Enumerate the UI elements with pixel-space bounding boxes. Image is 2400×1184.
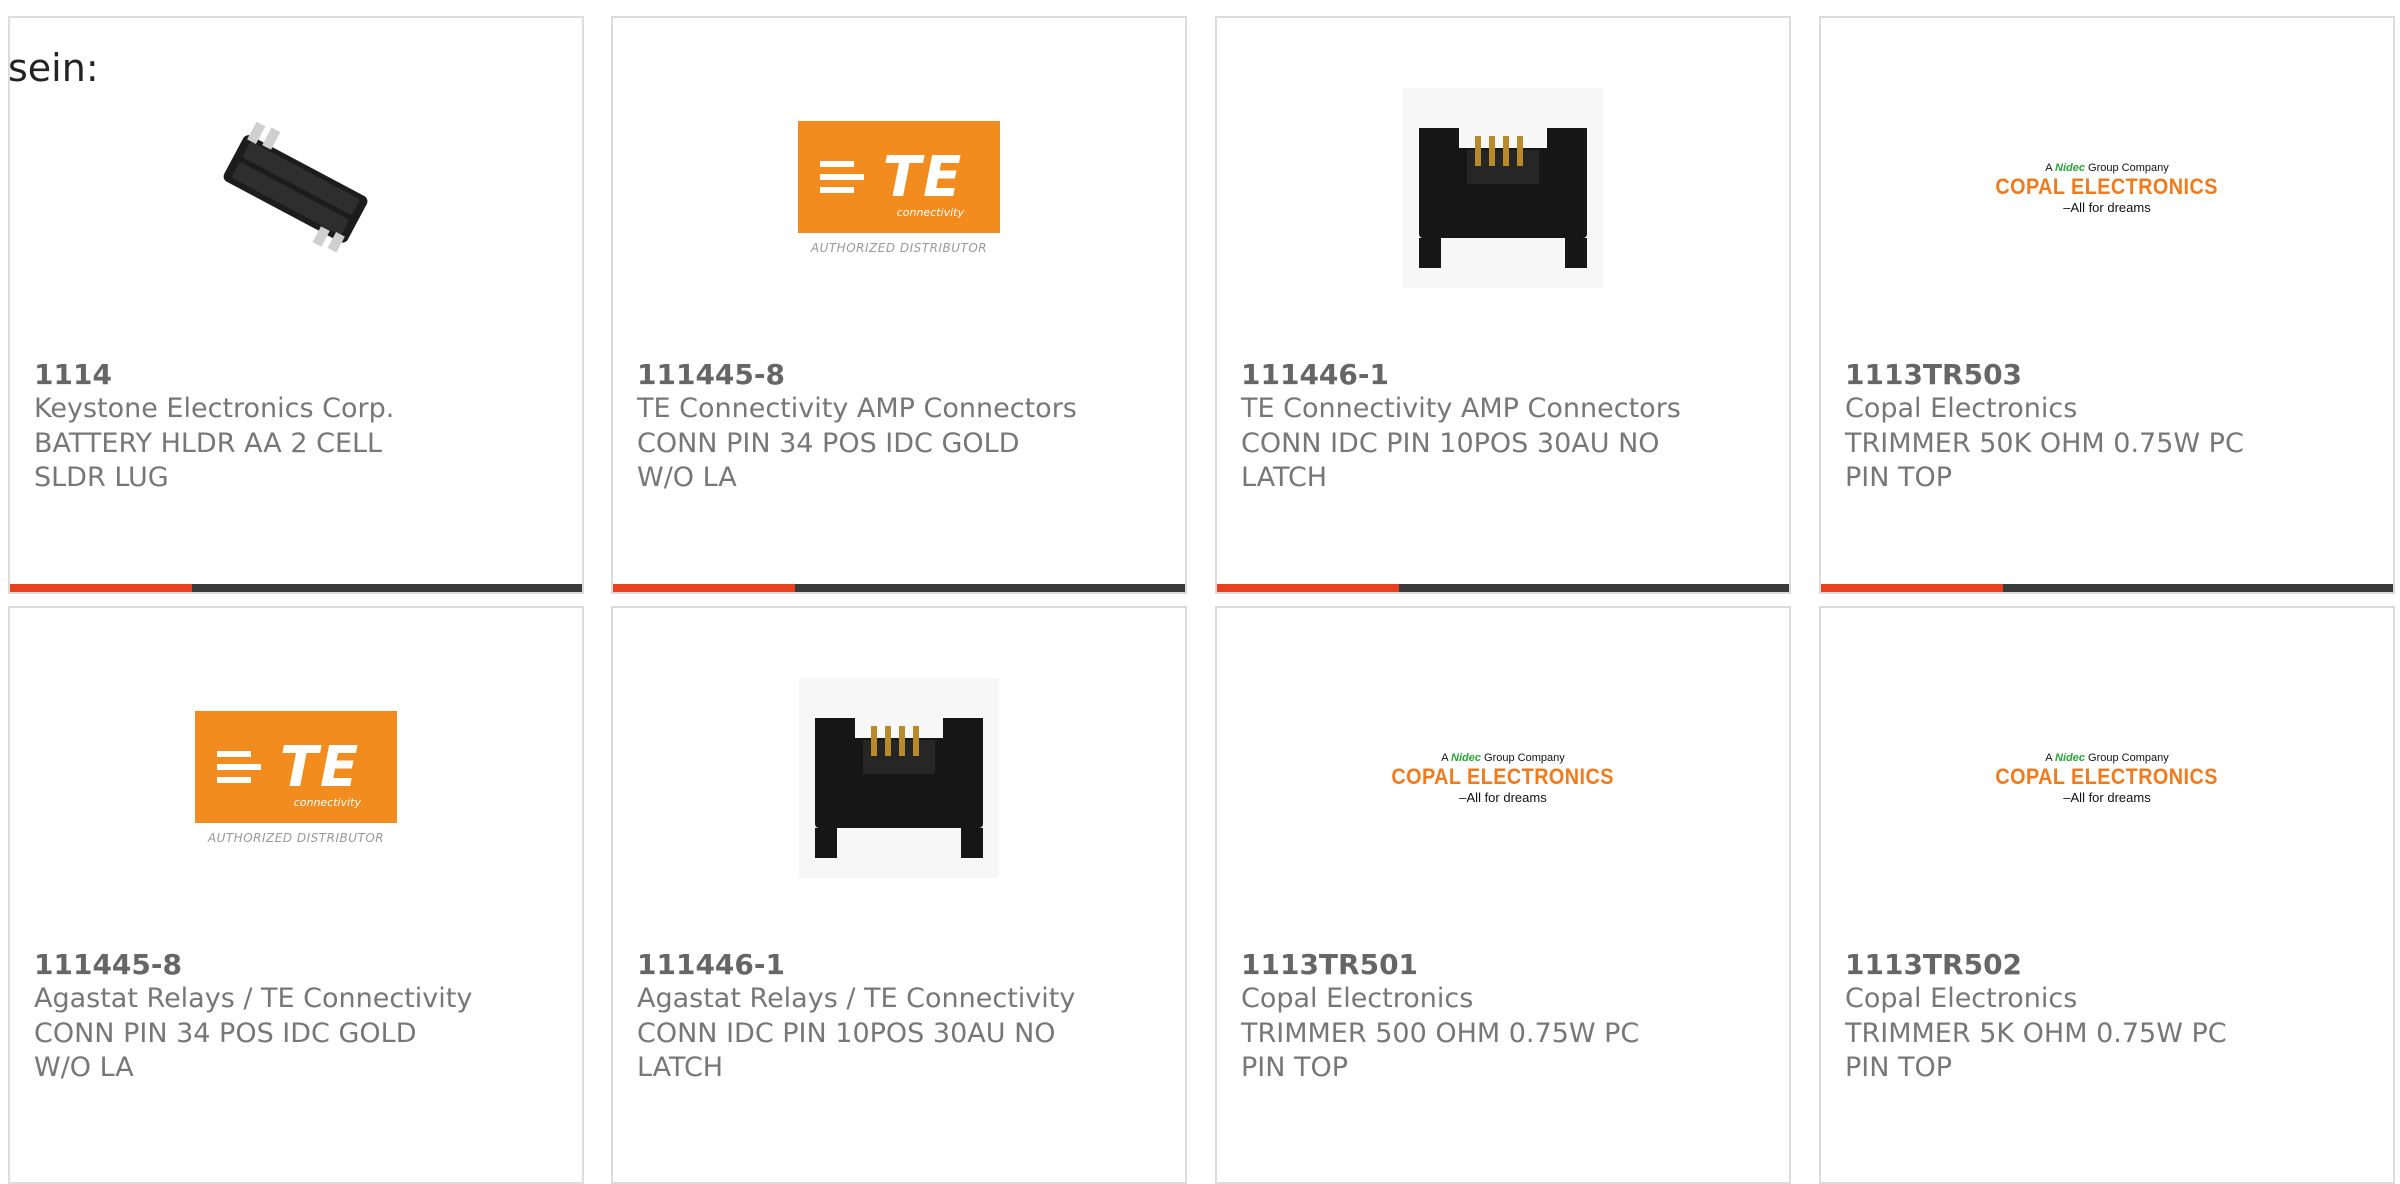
manufacturer: Copal Electronics: [1241, 983, 1474, 1014]
copal-logo-top: A Nidec Group Company: [2045, 751, 2169, 764]
manufacturer: Copal Electronics: [1845, 983, 2078, 1014]
te-logo-caption: AUTHORIZED DISTRIBUTOR: [207, 831, 385, 845]
product-image[interactable]: A Nidec Group Company COPAL ELECTRONICS …: [1217, 668, 1789, 888]
product-image[interactable]: TE connectivity AUTHORIZED DISTRIBUTOR: [10, 668, 582, 888]
copal-logo: A Nidec Group Company COPAL ELECTRONICS …: [1379, 752, 1626, 805]
te-logo-sub: connectivity: [896, 206, 964, 219]
copal-logo-tag: –All for dreams: [1459, 789, 1547, 805]
card-bar-accent: [1217, 584, 1399, 592]
idc-connector-image: [1403, 88, 1603, 288]
part-number[interactable]: 111445-8: [34, 948, 182, 981]
product-image[interactable]: [613, 668, 1185, 888]
product-card[interactable]: TE connectivity AUTHORIZED DISTRIBUTOR 1…: [611, 16, 1187, 594]
product-image[interactable]: TE connectivity AUTHORIZED DISTRIBUTOR: [613, 78, 1185, 298]
copal-logo: A Nidec Group Company COPAL ELECTRONICS …: [1983, 752, 2230, 805]
product-card[interactable]: TE connectivity AUTHORIZED DISTRIBUTOR 1…: [8, 606, 584, 1184]
te-logo-lines: [820, 161, 864, 200]
manufacturer: Copal Electronics: [1845, 393, 2078, 424]
description: CONN IDC PIN 10POS 30AU NO LATCH: [637, 1018, 1056, 1083]
manufacturer: Agastat Relays / TE Connectivity: [34, 983, 473, 1014]
copal-logo-tag: –All for dreams: [2063, 199, 2151, 215]
product-card[interactable]: 111446-1 Agastat Relays / TE Connectivit…: [611, 606, 1187, 1184]
copal-logo: A Nidec Group Company COPAL ELECTRONICS …: [1983, 162, 2230, 215]
product-card[interactable]: A Nidec Group Company COPAL ELECTRONICS …: [1819, 606, 2395, 1184]
battery-holder-image: [223, 121, 368, 253]
product-image[interactable]: [1217, 78, 1789, 298]
part-number[interactable]: 1113TR503: [1845, 358, 2022, 391]
copal-logo-name: COPAL ELECTRONICS: [1995, 173, 2219, 199]
description: CONN IDC PIN 10POS 30AU NO LATCH: [1241, 428, 1660, 493]
description: CONN PIN 34 POS IDC GOLD W/O LA: [637, 428, 1020, 493]
intro-text: sein:: [8, 46, 99, 90]
copal-logo-top: A Nidec Group Company: [1441, 751, 1565, 764]
product-card[interactable]: A Nidec Group Company COPAL ELECTRONICS …: [1819, 16, 2395, 594]
description: BATTERY HLDR AA 2 CELL SLDR LUG: [34, 428, 383, 493]
product-card[interactable]: 111446-1 TE Connectivity AMP Connectors …: [1215, 16, 1791, 594]
te-logo-box: TE connectivity: [798, 121, 1000, 233]
te-logo-caption: AUTHORIZED DISTRIBUTOR: [810, 241, 988, 255]
manufacturer: TE Connectivity AMP Connectors: [637, 393, 1077, 424]
manufacturer: Keystone Electronics Corp.: [34, 393, 395, 424]
te-logo: TE connectivity AUTHORIZED DISTRIBUTOR: [798, 121, 1000, 255]
idc-connector-image: [799, 678, 999, 878]
card-bar: [613, 584, 1185, 592]
product-image[interactable]: A Nidec Group Company COPAL ELECTRONICS …: [1821, 668, 2393, 888]
card-bar-accent: [1821, 584, 2003, 592]
product-grid: 1114 Keystone Electronics Corp. BATTERY …: [0, 0, 2400, 1184]
part-number[interactable]: 111446-1: [637, 948, 785, 981]
card-bar: [1217, 584, 1789, 592]
product-card[interactable]: 1114 Keystone Electronics Corp. BATTERY …: [8, 16, 584, 594]
part-number[interactable]: 111445-8: [637, 358, 785, 391]
copal-logo-name: COPAL ELECTRONICS: [1391, 763, 1615, 789]
part-number[interactable]: 1114: [34, 358, 112, 391]
copal-logo-tag: –All for dreams: [2063, 789, 2151, 805]
te-logo-mark: TE: [279, 734, 361, 800]
te-logo-sub: connectivity: [293, 796, 361, 809]
product-card[interactable]: A Nidec Group Company COPAL ELECTRONICS …: [1215, 606, 1791, 1184]
te-logo-mark: TE: [882, 144, 964, 210]
te-logo: TE connectivity AUTHORIZED DISTRIBUTOR: [195, 711, 397, 845]
card-bar-accent: [613, 584, 795, 592]
te-logo-box: TE connectivity: [195, 711, 397, 823]
description: TRIMMER 5K OHM 0.75W PC PIN TOP: [1845, 1018, 2227, 1083]
product-image[interactable]: A Nidec Group Company COPAL ELECTRONICS …: [1821, 78, 2393, 298]
card-bar: [1821, 584, 2393, 592]
copal-logo-name: COPAL ELECTRONICS: [1995, 763, 2219, 789]
manufacturer: TE Connectivity AMP Connectors: [1241, 393, 1681, 424]
card-bar-accent: [10, 584, 192, 592]
description: CONN PIN 34 POS IDC GOLD W/O LA: [34, 1018, 417, 1083]
copal-logo-top: A Nidec Group Company: [2045, 161, 2169, 174]
te-logo-lines: [217, 751, 261, 790]
description: TRIMMER 50K OHM 0.75W PC PIN TOP: [1845, 428, 2244, 493]
product-image[interactable]: [10, 78, 582, 298]
description: TRIMMER 500 OHM 0.75W PC PIN TOP: [1241, 1018, 1640, 1083]
card-bar: [10, 584, 582, 592]
manufacturer: Agastat Relays / TE Connectivity: [637, 983, 1076, 1014]
part-number[interactable]: 1113TR502: [1845, 948, 2022, 981]
part-number[interactable]: 1113TR501: [1241, 948, 1418, 981]
part-number[interactable]: 111446-1: [1241, 358, 1389, 391]
